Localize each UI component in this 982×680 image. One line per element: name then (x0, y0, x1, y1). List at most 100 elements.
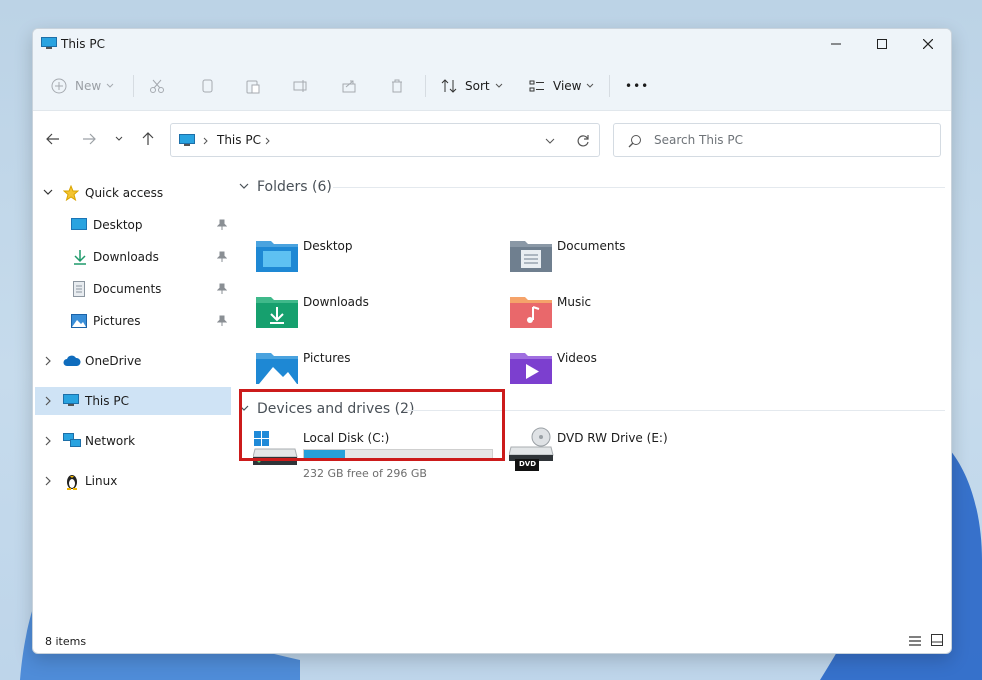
chevron-down-icon (239, 183, 249, 189)
dvd-badge: DVD (519, 460, 537, 468)
rename-button[interactable] (293, 73, 309, 99)
address-bar[interactable]: This PC (170, 123, 600, 157)
status-bar: 8 items (33, 627, 951, 653)
folders-header-label: Folders (6) (257, 179, 332, 195)
sidebar-item-this-pc[interactable]: This PC (35, 387, 231, 415)
chevron-down-icon (495, 83, 502, 88)
pin-icon[interactable] (217, 219, 227, 231)
sidebar-item-pictures[interactable]: Pictures (35, 307, 231, 335)
chevron-right-icon[interactable] (44, 476, 52, 486)
sidebar-item-label: Network (85, 434, 136, 448)
refresh-icon[interactable] (576, 134, 590, 148)
sort-button[interactable]: Sort (441, 73, 503, 99)
up-button[interactable] (136, 127, 160, 151)
share-button[interactable] (341, 73, 357, 99)
large-icons-view-icon[interactable] (931, 634, 943, 646)
sidebar-item-onedrive[interactable]: OneDrive (35, 347, 231, 375)
sidebar-item-label: Linux (85, 474, 118, 488)
folder-label: Desktop (303, 239, 353, 253)
folder-tile-desktop[interactable]: Desktop (253, 235, 503, 285)
folder-tile-pictures[interactable]: Pictures (253, 347, 503, 397)
toolbar-separator (133, 75, 134, 97)
address-dropdown-icon[interactable] (545, 138, 555, 144)
document-icon (73, 281, 85, 297)
sidebar-item-network[interactable]: Network (35, 427, 231, 455)
download-arrow-icon (74, 250, 86, 265)
more-options-button[interactable]: ••• (625, 73, 649, 99)
delete-button[interactable] (389, 73, 405, 99)
chevron-right-icon[interactable] (44, 356, 52, 366)
breadcrumb-this-pc[interactable]: This PC (217, 133, 261, 147)
local-disk-icon (253, 431, 298, 465)
star-icon (63, 185, 79, 201)
chevron-right-icon (203, 137, 208, 145)
sidebar-item-desktop[interactable]: Desktop (35, 211, 231, 239)
rename-icon (293, 80, 307, 92)
chevron-down-icon (239, 405, 249, 411)
desktop-folder-icon (256, 241, 298, 272)
cut-button[interactable] (149, 73, 165, 99)
chevron-right-icon[interactable] (44, 396, 52, 406)
paste-button[interactable] (245, 73, 261, 99)
downloads-folder-icon (256, 297, 298, 328)
folder-tile-downloads[interactable]: Downloads (253, 291, 503, 341)
content-pane: Folders (6) Desktop Documents Downloads … (233, 165, 951, 625)
folder-tile-music[interactable]: Music (507, 291, 757, 341)
sidebar-item-documents[interactable]: Documents (35, 275, 231, 303)
drive-tile-dvd[interactable]: DVD DVD RW Drive (E:) (507, 427, 757, 483)
forward-button[interactable] (77, 127, 101, 151)
pin-icon[interactable] (217, 283, 227, 295)
devices-group-header[interactable]: Devices and drives (2) (239, 401, 414, 417)
folders-group-header[interactable]: Folders (6) (239, 179, 332, 195)
chevron-down-icon[interactable] (43, 189, 53, 197)
minimize-button[interactable] (813, 29, 859, 59)
pin-icon[interactable] (217, 315, 227, 327)
folder-tile-documents[interactable]: Documents (507, 235, 757, 285)
copy-button[interactable] (199, 73, 215, 99)
drive-tile-local-disk[interactable]: Local Disk (C:) 232 GB free of 296 GB (253, 427, 503, 483)
arrow-right-icon (83, 133, 96, 145)
details-view-icon[interactable] (909, 636, 921, 646)
title-bar: This PC (33, 29, 951, 59)
folder-tile-videos[interactable]: Videos (507, 347, 757, 397)
network-icon (63, 433, 81, 447)
command-bar: New Sort View ••• (33, 59, 951, 111)
videos-folder-icon (510, 353, 552, 384)
trash-icon (392, 79, 402, 93)
recent-locations-button[interactable] (107, 127, 131, 151)
sidebar-item-quick-access[interactable]: Quick access (35, 179, 231, 207)
plus-circle-icon (51, 78, 67, 94)
new-button[interactable]: New (51, 73, 121, 99)
sidebar-item-label: Downloads (93, 250, 159, 264)
this-pc-icon (179, 134, 195, 146)
pin-icon[interactable] (217, 251, 227, 263)
chevron-down-icon (115, 136, 123, 141)
new-label: New (75, 79, 102, 93)
back-button[interactable] (41, 127, 65, 151)
chevron-right-icon[interactable] (44, 436, 52, 446)
scissors-icon (150, 79, 164, 93)
folder-label: Pictures (303, 351, 351, 365)
paste-icon (246, 80, 260, 94)
drive-label: DVD RW Drive (E:) (557, 431, 668, 445)
window-title: This PC (61, 37, 105, 51)
folder-label: Music (557, 295, 592, 309)
drive-usage-fill (304, 450, 345, 460)
drive-label: Local Disk (C:) (303, 431, 390, 445)
share-icon (342, 80, 356, 93)
sidebar-item-label: Documents (93, 282, 162, 296)
sidebar-item-label: This PC (85, 394, 129, 408)
view-button[interactable]: View (529, 73, 594, 99)
file-explorer-window: This PC New Sort View ••• This PC Search… (32, 28, 952, 654)
maximize-button[interactable] (859, 29, 905, 59)
pictures-folder-icon (256, 353, 298, 384)
drive-usage-bar (303, 449, 493, 461)
sidebar-item-downloads[interactable]: Downloads (35, 243, 231, 271)
navigation-pane: Quick access Desktop Downloads Documents… (33, 165, 233, 625)
search-box[interactable]: Search This PC (613, 123, 941, 157)
close-button[interactable] (905, 29, 951, 59)
sidebar-item-label: Quick access (85, 186, 164, 200)
folder-label: Downloads (303, 295, 369, 309)
sidebar-item-linux[interactable]: Linux (35, 467, 231, 495)
sidebar-item-label: Pictures (93, 314, 141, 328)
